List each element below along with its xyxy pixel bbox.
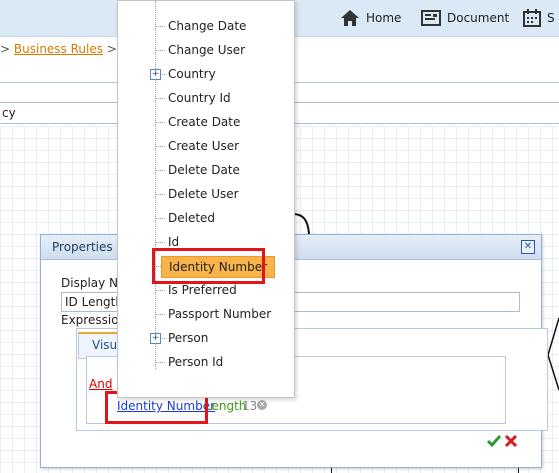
menu-item[interactable]: + Person [118,326,294,350]
tree-branch [155,146,165,147]
breadcrumb-prefix: > [0,42,11,56]
tree-branch [155,362,165,363]
checkmark-icon[interactable] [487,435,501,447]
tree-branch [155,170,165,171]
menu-item-label: Delete User [168,187,239,201]
tree-branch [155,26,165,27]
menu-item[interactable]: Change Date [118,14,294,38]
menu-item-label: Passport Number [168,307,272,321]
and-operator[interactable]: And [89,377,112,391]
menu-item-label: Country [168,67,216,81]
menu-item-label: Country Id [168,91,231,105]
menu-item[interactable]: Create User [118,134,294,158]
tree-branch [155,194,165,195]
tree-branch [155,122,165,123]
remove-icon[interactable]: ✕ [257,400,267,410]
display-name-label: Display Na [61,276,126,290]
menu-item[interactable]: Delete User [118,182,294,206]
menu-item[interactable]: + Country [118,62,294,86]
display-name-value: ID Length [65,295,123,309]
expand-icon[interactable]: + [150,69,161,80]
menu-item-label: Delete Date [168,163,240,177]
menu-item-label: Person Id [168,355,224,369]
search-input-value: cy [2,106,16,120]
menu-item-label: Id [168,235,180,249]
menu-item[interactable]: Passport Number [118,302,294,326]
cancel-icon[interactable] [505,435,517,447]
length-value[interactable]: 13 [242,399,257,413]
menu-item[interactable]: Person Id [118,350,294,374]
menu-item-label: Person [168,331,209,345]
home-icon [341,10,359,26]
length-function[interactable]: Length [205,399,246,413]
menu-item-label: Change User [168,43,246,57]
menu-item[interactable]: Country Id [118,86,294,110]
tree-branch [155,314,165,315]
close-icon[interactable]: ✕ [521,240,535,254]
calendar-icon [523,9,541,27]
menu-item-label: Create Date [168,115,241,129]
tree-branch [155,242,165,243]
menu-item-label: Is Preferred [168,283,237,297]
nav-home[interactable]: Home [340,0,401,36]
menu-item-label: Create User [168,139,240,153]
tree-branch [155,98,165,99]
menu-item-label: Change Date [168,19,247,33]
menu-item[interactable]: Create Date [118,110,294,134]
tree-branch [155,50,165,51]
field-dropdown-menu: Change Date Change User + Country Country Id… [117,0,295,398]
nav-document-label: Document [447,11,510,25]
nav-third[interactable]: S [523,0,555,36]
menu-item-label: Deleted [168,211,216,225]
menu-item[interactable]: Change User [118,38,294,62]
breadcrumb-separator: > [106,42,117,56]
breadcrumb-link-business-rules[interactable]: Business Rules [14,42,103,56]
dialog-title: Properties [52,240,113,254]
menu-item[interactable]: Delete Date [118,158,294,182]
nav-document[interactable]: Document [421,0,509,36]
tree-branch [155,290,165,291]
document-icon [421,10,441,26]
nav-home-label: Home [366,11,402,25]
highlight-box [152,248,265,284]
tree-branch [155,218,165,219]
expand-icon[interactable]: + [150,333,161,344]
menu-item[interactable]: Deleted [118,206,294,230]
nav-third-label: S [547,11,555,25]
